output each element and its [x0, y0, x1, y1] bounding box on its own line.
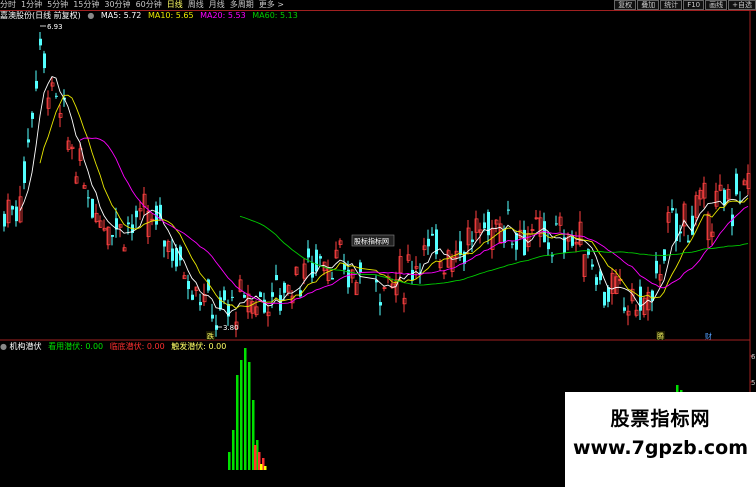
candle-body: [3, 213, 6, 227]
candle-body: [587, 249, 590, 255]
candle-body: [547, 242, 550, 250]
candle-body: [215, 325, 218, 330]
candle-body: [431, 233, 434, 236]
high-label: 6.93: [47, 23, 63, 31]
indicator-bar-green: [248, 362, 251, 470]
candle-body: [199, 301, 202, 306]
candle-body: [275, 275, 278, 281]
candle-body: [555, 223, 558, 225]
candle-body: [11, 206, 14, 210]
candle-body: [191, 294, 194, 300]
candle-body: [379, 302, 382, 306]
candle-body: [39, 38, 42, 46]
indicator-bar-green: [244, 348, 247, 470]
candle-body: [311, 262, 314, 278]
candle-body: [231, 296, 234, 298]
candle-body: [515, 233, 518, 250]
candle-body: [471, 239, 474, 242]
indicator-bar-green: [228, 452, 231, 470]
candle-body: [487, 211, 490, 236]
candle-body: [35, 80, 38, 89]
watermark-line1: 股票指标网: [610, 408, 711, 430]
candle-body: [55, 95, 58, 97]
candle-body: [307, 248, 310, 258]
indicator-bar-yellow: [264, 466, 267, 470]
candle-body: [315, 249, 318, 272]
candle-body: [91, 198, 94, 218]
candle-body: [623, 307, 626, 311]
candle-body: [511, 243, 514, 245]
candle-body: [735, 173, 738, 195]
moving-averages: [19, 76, 749, 316]
indicator-bar-yellow: [260, 464, 263, 470]
ma5-line: [19, 76, 749, 316]
candle-body: [507, 209, 510, 211]
candle-body: [483, 222, 486, 229]
candle-body: [319, 256, 322, 259]
candle-body: [135, 210, 138, 218]
watermark-line2: www.7gpzb.com: [572, 437, 749, 459]
axis-tick-label: 6: [751, 353, 756, 361]
candle-body: [23, 161, 26, 183]
candle-body: [43, 53, 46, 69]
marker-label: 跌: [207, 332, 214, 341]
candle-body: [411, 269, 414, 281]
candle-body: [691, 215, 694, 235]
candle-body: [87, 197, 90, 199]
candle-body: [271, 292, 274, 297]
indicator-bar-green: [236, 375, 239, 470]
marker-label: 腾: [657, 332, 664, 341]
candle-body: [723, 189, 726, 205]
axis-tick-label: 5: [751, 379, 755, 387]
indicator-bar-red: [254, 445, 257, 470]
indicator-bar-green: [232, 430, 235, 470]
candlesticks: [3, 31, 751, 338]
candle-body: [163, 240, 166, 247]
candle-body: [223, 290, 226, 301]
candle-body: [331, 277, 334, 280]
candle-body: [27, 139, 30, 143]
candle-body: [595, 277, 598, 285]
candle-body: [171, 248, 174, 261]
candle-body: [243, 295, 246, 298]
candle-body: [15, 206, 18, 222]
candle-body: [671, 208, 674, 211]
candle-body: [31, 112, 34, 119]
candle-body: [655, 260, 658, 274]
candle-body: [503, 228, 506, 243]
candle-body: [591, 264, 594, 267]
candle-body: [551, 255, 554, 257]
popup-label: 股标指标网: [354, 237, 389, 246]
indicator-bar-green: [240, 360, 243, 470]
candle-body: [283, 282, 286, 293]
low-label: 3.80: [223, 324, 239, 332]
candle-body: [127, 222, 130, 225]
watermark: 股票指标网 www.7gpzb.com: [565, 392, 756, 487]
marker-label: 财: [705, 332, 712, 341]
candle-body: [639, 286, 642, 311]
candle-body: [187, 281, 190, 290]
candle-body: [427, 238, 430, 247]
candle-body: [603, 291, 606, 306]
candle-body: [111, 235, 114, 237]
candle-body: [211, 314, 214, 319]
candle-body: [607, 287, 610, 302]
candle-body: [259, 292, 262, 298]
